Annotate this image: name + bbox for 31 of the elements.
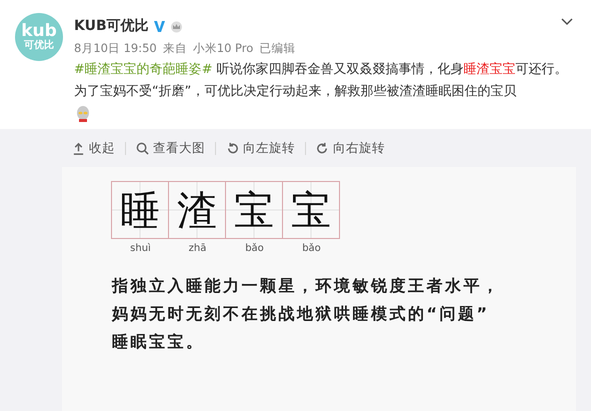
rotate-right-icon: [316, 142, 329, 154]
upload-icon: [72, 142, 85, 154]
post-image[interactable]: 睡 shuì 渣 zhā 宝 bǎo 宝 bǎo 指独立入睡能力一颗星，环境敏锐度王者水平， 妈妈无时无刻不在挑战地狱哄睡模式的“问题” 睡眠宝宝。: [62, 167, 576, 411]
description-line: 妈妈无时无刻不在挑战地狱哄睡模式的“问题”: [112, 304, 490, 324]
description-line: 睡眠宝宝。: [112, 332, 204, 352]
toolbar-button[interactable]: 向右旋转: [305, 142, 395, 154]
device-name: 小米10 Pro: [192, 41, 254, 56]
chinese-character: 睡: [120, 186, 160, 236]
search-icon: [136, 142, 149, 154]
toolbar-button[interactable]: 收起: [62, 142, 125, 154]
description-line: 指独立入睡能力一颗星，环境敏锐度王者水平，: [112, 276, 500, 296]
logo-subtext: 可优比: [24, 40, 54, 51]
toolbar-button[interactable]: 查看大图: [125, 142, 215, 154]
keyword-link[interactable]: 睡渣宝宝: [464, 62, 516, 77]
rotate-left-icon: [226, 142, 239, 154]
edited-label: 已编辑: [259, 41, 296, 56]
pinyin-label: bǎo: [245, 243, 264, 254]
post-time[interactable]: 8月10日 19:50: [74, 41, 157, 56]
pinyin-label: zhā: [188, 243, 206, 254]
post-text: #睡渣宝宝的奇葩睡姿# 听说你家四脚吞金兽又双叒叕搞事情，化身睡渣宝宝可还行。为了宝妈不受“折磨”，可优比决定行动起来，解救那些被渣渣睡眠困住的宝贝: [74, 61, 569, 101]
pinyin-label: bǎo: [302, 243, 321, 254]
pinyin-label: shuì: [130, 243, 151, 254]
chinese-character: 宝: [234, 186, 274, 236]
crown-icon: [170, 20, 183, 32]
chinese-character: 宝: [291, 186, 331, 236]
account-name[interactable]: KUB可优比: [74, 17, 149, 35]
toolbar-button[interactable]: 向左旋转: [215, 142, 305, 154]
chinese-character: 渣: [177, 186, 217, 236]
logo-text: kub: [21, 23, 57, 40]
dropdown-chevron-icon[interactable]: [561, 18, 573, 26]
source-label: 来自: [162, 41, 187, 56]
